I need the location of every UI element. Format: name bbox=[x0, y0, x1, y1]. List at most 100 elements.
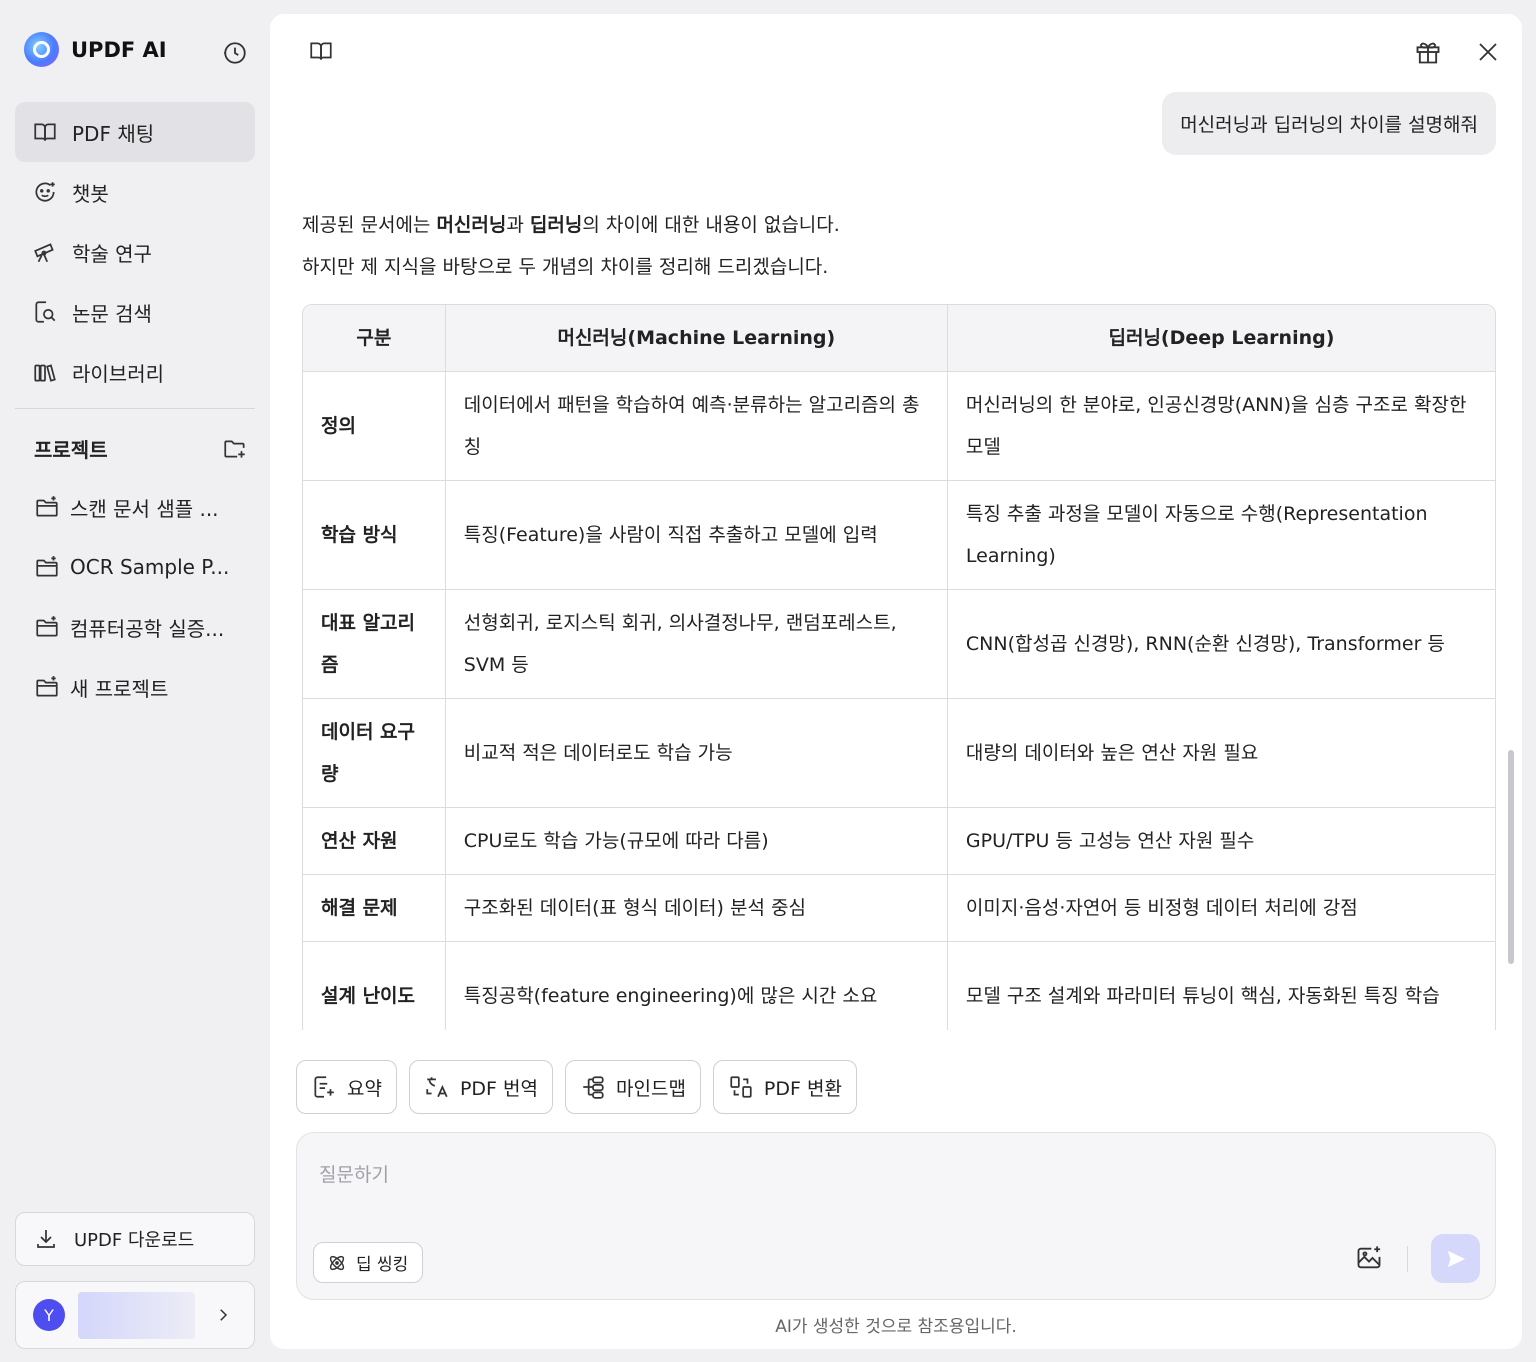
project-label: 스캔 문서 샘플 ... bbox=[70, 496, 219, 521]
chat-panel: 머신러닝과 딥러닝의 차이를 설명해줘 제공된 문서에는 머신러닝과 딥러닝의 … bbox=[270, 14, 1522, 1349]
answer-line: 제공된 문서에는 머신러닝과 딥러닝의 차이에 대한 내용이 없습니다. bbox=[302, 204, 1496, 246]
gift-icon[interactable] bbox=[1414, 38, 1442, 70]
table-row: 해결 문제 구조화된 데이터(표 형식 데이터) 분석 중심 이미지·음성·자연… bbox=[303, 875, 1495, 942]
table-cell: 특징 추출 과정을 모델이 자동으로 수행(Representation Lea… bbox=[947, 481, 1495, 590]
updf-logo-icon bbox=[24, 32, 59, 67]
table-row: 설계 난이도 특징공학(feature engineering)에 많은 시간 … bbox=[303, 942, 1495, 1030]
summary-label: 요약 bbox=[347, 1077, 382, 1100]
sidebar-nav: PDF 채팅 챗봇 학술 연구 논문 검색 라이브러리 bbox=[15, 102, 255, 402]
table-cell: 대표 알고리즘 bbox=[303, 590, 446, 699]
user-name-redacted bbox=[78, 1292, 195, 1339]
answer-text: 과 bbox=[506, 214, 530, 236]
user-message-bubble: 머신러닝과 딥러닝의 차이를 설명해줘 bbox=[1162, 92, 1496, 155]
table-cell: CNN(합성곱 신경망), RNN(순환 신경망), Transformer 등 bbox=[947, 590, 1495, 699]
answer-bold-term: 머신러닝 bbox=[436, 214, 507, 236]
project-list: 스캔 문서 샘플 ... OCR Sample P... 컴퓨터공학 실증...… bbox=[34, 477, 244, 717]
question-input[interactable] bbox=[319, 1155, 1419, 1195]
convert-button[interactable]: PDF 변환 bbox=[712, 1060, 857, 1114]
project-label: 컴퓨터공학 실증... bbox=[70, 616, 225, 641]
table-cell: 설계 난이도 bbox=[303, 942, 446, 1030]
table-cell: 머신러닝의 한 분야로, 인공신경망(ANN)을 심층 구조로 확장한 모델 bbox=[947, 372, 1495, 481]
brand: UPDF AI bbox=[24, 32, 167, 67]
table-cell: CPU로도 학습 가능(규모에 따라 다름) bbox=[445, 808, 948, 875]
sidebar-item-research[interactable]: 학술 연구 bbox=[15, 222, 255, 282]
table-header-row: 구분 머신러닝(Machine Learning) 딥러닝(Deep Learn… bbox=[303, 305, 1495, 372]
answer-bold-term: 딥러닝 bbox=[529, 214, 583, 236]
translate-button[interactable]: PDF 번역 bbox=[408, 1060, 553, 1114]
folder-icon bbox=[36, 676, 58, 697]
table-cell: 특징공학(feature engineering)에 많은 시간 소요 bbox=[446, 942, 948, 1030]
chatbot-icon bbox=[35, 182, 55, 202]
atom-icon bbox=[329, 1255, 345, 1270]
avatar: Y bbox=[33, 1299, 65, 1331]
summary-icon bbox=[314, 1076, 334, 1098]
book-icon[interactable] bbox=[308, 38, 334, 68]
ai-disclaimer: AI가 생성한 것으로 참조용입니다. bbox=[775, 1317, 1017, 1337]
table-cell: 학습 방식 bbox=[303, 481, 446, 590]
project-label: OCR Sample P... bbox=[70, 555, 230, 579]
projects-title: 프로젝트 bbox=[34, 438, 108, 462]
mindmap-icon bbox=[583, 1076, 604, 1099]
table-cell: 대량의 데이터와 높은 연산 자원 필요 bbox=[947, 699, 1495, 808]
convert-icon bbox=[730, 1076, 752, 1098]
comparison-table-container: 구분 머신러닝(Machine Learning) 딥러닝(Deep Learn… bbox=[302, 304, 1496, 1030]
app-name: UPDF AI bbox=[71, 37, 167, 62]
table-header-cell: 딥러닝(Deep Learning) bbox=[947, 305, 1495, 372]
user-message-text: 머신러닝과 딥러닝의 차이를 설명해줘 bbox=[1180, 114, 1478, 136]
send-button[interactable] bbox=[1431, 1234, 1480, 1283]
answer-line: 하지만 제 지식을 바탕으로 두 개념의 차이를 정리해 드리겠습니다. bbox=[302, 256, 829, 278]
sidebar-item-label: 라이브러리 bbox=[72, 361, 164, 386]
ai-answer: 제공된 문서에는 머신러닝과 딥러닝의 차이에 대한 내용이 없습니다. 하지만… bbox=[302, 204, 1496, 288]
table-cell: 비교적 적은 데이터로도 학습 가능 bbox=[445, 699, 948, 808]
download-updf-button[interactable]: UPDF 다운로드 bbox=[15, 1212, 255, 1266]
table-header-cell: 구분 bbox=[303, 305, 446, 372]
chevron-right-icon bbox=[220, 1309, 228, 1321]
sidebar-item-pdf-chat[interactable]: PDF 채팅 bbox=[15, 102, 255, 162]
close-icon[interactable] bbox=[1476, 40, 1500, 68]
quick-actions: 요약 PDF 번역 마인드맵 PDF 변환 bbox=[296, 1060, 869, 1114]
user-account-card[interactable]: Y bbox=[15, 1281, 255, 1349]
mindmap-label: 마인드맵 bbox=[616, 1077, 686, 1100]
composer-separator bbox=[1407, 1246, 1408, 1272]
answer-text: 제공된 문서에는 bbox=[302, 214, 437, 236]
history-icon[interactable] bbox=[222, 40, 248, 70]
table-row: 데이터 요구량 비교적 적은 데이터로도 학습 가능 대량의 데이터와 높은 연… bbox=[303, 699, 1495, 808]
translate-icon bbox=[426, 1077, 448, 1098]
summary-button[interactable]: 요약 bbox=[296, 1060, 397, 1114]
sidebar-item-chatbot[interactable]: 챗봇 bbox=[15, 162, 255, 222]
deep-thinking-button[interactable]: 딥 씽킹 bbox=[313, 1242, 424, 1283]
projects-header: 프로젝트 bbox=[34, 434, 248, 463]
table-cell: 데이터에서 패턴을 학습하여 예측·분류하는 알고리즘의 총칭 bbox=[445, 372, 948, 481]
doc-search-icon bbox=[35, 301, 56, 323]
deep-thinking-label: 딥 씽킹 bbox=[356, 1255, 409, 1275]
table-row: 학습 방식 특징(Feature)을 사람이 직접 추출하고 모델에 입력 특징… bbox=[303, 481, 1495, 590]
table-row: 정의 데이터에서 패턴을 학습하여 예측·분류하는 알고리즘의 총칭 머신러닝의… bbox=[303, 372, 1495, 481]
project-label: 새 프로젝트 bbox=[70, 676, 169, 701]
table-cell: 이미지·음성·자연어 등 비정형 데이터 처리에 강점 bbox=[947, 875, 1495, 942]
comparison-table: 구분 머신러닝(Machine Learning) 딥러닝(Deep Learn… bbox=[302, 304, 1496, 1030]
project-item[interactable]: 컴퓨터공학 실증... bbox=[34, 597, 244, 657]
table-cell: 선형회귀, 로지스틱 회귀, 의사결정나무, 랜덤포레스트, SVM 등 bbox=[445, 590, 948, 699]
sidebar: UPDF AI PDF 채팅 챗봇 학술 연구 논문 검색 라이브러리 프로젝트 bbox=[0, 0, 270, 1362]
composer: 딥 씽킹 bbox=[296, 1132, 1496, 1300]
folder-icon bbox=[36, 556, 58, 577]
sidebar-item-label: 논문 검색 bbox=[72, 301, 152, 326]
sidebar-divider bbox=[15, 408, 255, 409]
sidebar-item-library[interactable]: 라이브러리 bbox=[15, 342, 255, 402]
send-icon bbox=[1447, 1250, 1465, 1267]
mindmap-button[interactable]: 마인드맵 bbox=[565, 1060, 701, 1114]
table-cell: 데이터 요구량 bbox=[303, 699, 446, 808]
translate-label: PDF 번역 bbox=[459, 1077, 538, 1100]
folder-icon bbox=[36, 496, 58, 517]
new-folder-icon[interactable] bbox=[222, 436, 248, 462]
project-item[interactable]: 새 프로젝트 bbox=[34, 657, 244, 717]
library-icon bbox=[34, 364, 56, 382]
table-cell: 연산 자원 bbox=[303, 808, 446, 875]
image-upload-icon[interactable] bbox=[1355, 1244, 1383, 1276]
table-cell: 구조화된 데이터(표 형식 데이터) 분석 중심 bbox=[445, 875, 948, 942]
project-item[interactable]: 스캔 문서 샘플 ... bbox=[34, 477, 244, 537]
chat-scrollbar[interactable] bbox=[1508, 750, 1514, 964]
project-item[interactable]: OCR Sample P... bbox=[34, 537, 244, 597]
table-header-cell: 머신러닝(Machine Learning) bbox=[445, 305, 948, 372]
sidebar-item-paper-search[interactable]: 논문 검색 bbox=[15, 282, 255, 342]
